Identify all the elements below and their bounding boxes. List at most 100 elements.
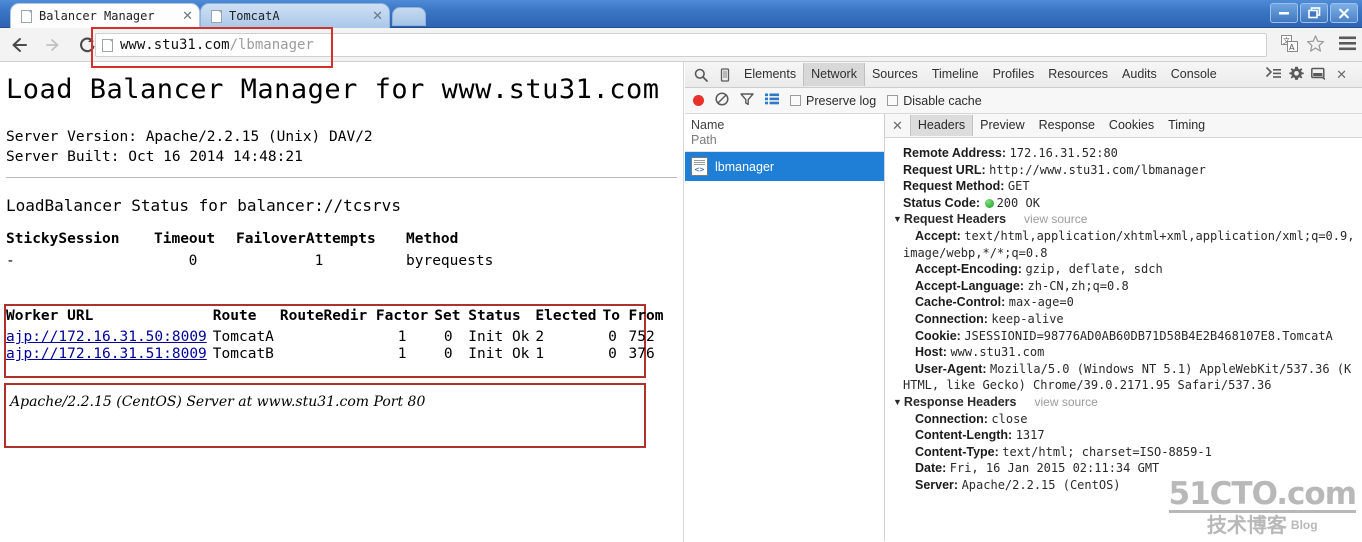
- window-titlebar: Balancer Manager ✕ TomcatA ✕: [0, 0, 1362, 28]
- footer-annotation-box: [4, 383, 646, 448]
- new-tab-button[interactable]: [392, 7, 426, 26]
- tab-balancer-manager[interactable]: Balancer Manager ✕: [10, 3, 200, 28]
- subtab-headers[interactable]: Headers: [909, 115, 974, 136]
- page-favicon-icon: [21, 9, 32, 23]
- accept-language-key: Accept-Language:: [915, 278, 1025, 293]
- td-worker-url[interactable]: ajp://172.16.31.51:8009: [6, 346, 213, 363]
- address-bar[interactable]: www.stu31.com/lbmanager: [95, 33, 1267, 57]
- request-headers-section[interactable]: ▼ Request Headers view source: [893, 211, 1358, 228]
- close-button[interactable]: [1330, 3, 1358, 23]
- request-list-header[interactable]: Name Path: [685, 114, 884, 152]
- accept-encoding-key: Accept-Encoding:: [915, 262, 1022, 277]
- watermark-blog: Blog: [1290, 518, 1318, 532]
- translate-icon[interactable]: 文 A: [1281, 35, 1298, 57]
- clear-icon[interactable]: [715, 92, 729, 109]
- console-drawer-icon[interactable]: [1266, 66, 1282, 83]
- connection-key: Connection:: [915, 311, 988, 326]
- restore-button[interactable]: [1300, 3, 1328, 23]
- td-factor: 1: [397, 329, 407, 345]
- headers-content: Remote Address: 172.16.31.52:80 Request …: [885, 138, 1362, 493]
- detail-close-icon[interactable]: ✕: [889, 118, 910, 134]
- user-agent-key: User-Agent:: [915, 361, 987, 376]
- td-to: 0: [608, 346, 617, 362]
- devtools-tab-resources[interactable]: Resources: [1041, 63, 1115, 86]
- header-row: Content-Length: 1317: [903, 427, 1358, 444]
- page-title: Load Balancer Manager for www.stu31.com: [6, 74, 660, 105]
- td-to: 0: [608, 329, 617, 345]
- subtab-cookies[interactable]: Cookies: [1102, 115, 1161, 136]
- td-worker-url[interactable]: ajp://172.16.31.50:8009: [6, 329, 213, 346]
- devtools-panel: Elements Network Sources Timeline Profil…: [685, 62, 1362, 542]
- view-source-link[interactable]: view source: [1034, 395, 1097, 409]
- response-headers-title: Response Headers: [903, 394, 1017, 409]
- devtools-tab-audits[interactable]: Audits: [1115, 63, 1164, 86]
- loadbalancer-status-heading: LoadBalancer Status for balancer://tcsrv…: [6, 196, 401, 215]
- network-filter-bar: Preserve log Disable cache: [685, 88, 1362, 114]
- url-path: /lbmanager: [229, 37, 314, 53]
- host-key: Host:: [915, 345, 947, 360]
- browser-window: Balancer Manager ✕ TomcatA ✕ www.stu31.c…: [0, 0, 1362, 542]
- response-headers-section[interactable]: ▼ Response Headers view source: [893, 394, 1358, 411]
- td-set: 0: [443, 346, 453, 362]
- devtools-tab-timeline[interactable]: Timeline: [925, 63, 986, 86]
- browser-toolbar: www.stu31.com/lbmanager 文 A: [0, 28, 1362, 62]
- devtools-tab-console[interactable]: Console: [1164, 63, 1224, 86]
- subtab-preview[interactable]: Preview: [973, 115, 1031, 136]
- request-method-value: GET: [1007, 179, 1030, 194]
- back-button[interactable]: [4, 30, 34, 60]
- record-icon[interactable]: [693, 95, 704, 106]
- date-value: Fri, 16 Jan 2015 02:11:34 GMT: [949, 461, 1160, 476]
- devtools-tab-profiles[interactable]: Profiles: [986, 63, 1042, 86]
- general-row: Request URL: http://www.stu31.com/lbmana…: [903, 162, 1358, 179]
- checkbox-box[interactable]: [790, 94, 801, 106]
- preserve-log-checkbox[interactable]: Preserve log: [790, 94, 876, 108]
- user-agent-value-cont: HTML, like Gecko) Chrome/39.0.2171.95 Sa…: [903, 378, 1272, 393]
- devtools-close-icon[interactable]: ✕: [1333, 67, 1354, 83]
- status-code-key: Status Code:: [903, 195, 981, 210]
- document-icon: [691, 157, 708, 176]
- server-built-label: Server Built:: [6, 149, 120, 165]
- devtools-tab-elements[interactable]: Elements: [737, 63, 803, 86]
- general-row: Remote Address: 172.16.31.52:80: [903, 145, 1358, 162]
- checkbox-box[interactable]: [887, 94, 899, 106]
- user-agent-value: Mozilla/5.0 (Windows NT 5.1) AppleWebKit…: [990, 361, 1352, 376]
- disable-cache-checkbox[interactable]: Disable cache: [887, 94, 982, 108]
- view-source-link[interactable]: view source: [1024, 212, 1087, 226]
- chrome-menu-icon[interactable]: [1339, 36, 1356, 56]
- filter-icon[interactable]: [740, 92, 754, 109]
- gear-icon[interactable]: [1289, 66, 1304, 84]
- th-from: From: [628, 308, 664, 324]
- header-row: Content-Type: text/html; charset=ISO-885…: [903, 444, 1358, 461]
- resp-connection-key: Connection:: [915, 411, 988, 426]
- tab-close-icon[interactable]: ✕: [372, 9, 383, 24]
- bookmark-star-icon[interactable]: [1306, 34, 1325, 58]
- remote-address-value: 172.16.31.52:80: [1009, 146, 1118, 160]
- host-value: www.stu31.com: [950, 345, 1045, 360]
- disable-cache-label: Disable cache: [903, 93, 982, 108]
- forward-button[interactable]: [38, 30, 68, 60]
- network-request-list: Name Path lbmanager: [685, 114, 885, 541]
- device-toggle-icon[interactable]: [713, 63, 737, 87]
- td-timeout: 0: [188, 253, 198, 269]
- header-row: User-Agent: Mozilla/5.0 (Windows NT 5.1)…: [903, 361, 1358, 378]
- dock-position-icon[interactable]: [1311, 67, 1326, 83]
- search-icon[interactable]: [689, 63, 713, 87]
- devtools-tab-sources[interactable]: Sources: [865, 63, 925, 86]
- list-view-icon[interactable]: [765, 93, 779, 108]
- td-stickysession: -: [6, 253, 15, 269]
- minimize-button[interactable]: [1270, 3, 1298, 23]
- tab-tomcata[interactable]: TomcatA ✕: [200, 3, 390, 28]
- column-header-name: Name: [691, 118, 725, 132]
- worker-url-link[interactable]: ajp://172.16.31.51:8009: [6, 346, 207, 362]
- subtab-timing[interactable]: Timing: [1161, 115, 1212, 136]
- worker-url-link[interactable]: ajp://172.16.31.50:8009: [6, 329, 207, 345]
- tab-close-icon[interactable]: ✕: [182, 9, 193, 24]
- request-list-item-lbmanager[interactable]: lbmanager: [685, 152, 884, 181]
- devtools-tab-network[interactable]: Network: [803, 63, 865, 86]
- header-row: Accept: text/html,application/xhtml+xml,…: [903, 228, 1358, 245]
- th-timeout: Timeout: [154, 231, 216, 247]
- subtab-response[interactable]: Response: [1032, 115, 1102, 136]
- td-status: Init Ok: [468, 346, 530, 362]
- td-elected: 1: [535, 346, 545, 362]
- window-controls: [1270, 3, 1358, 23]
